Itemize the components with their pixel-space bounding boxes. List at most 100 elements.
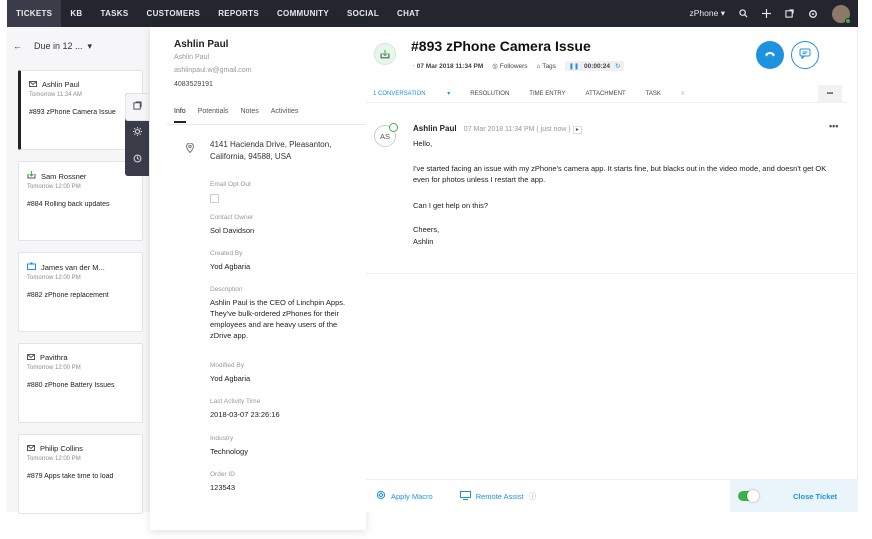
close-ticket-area: Close Ticket bbox=[730, 480, 858, 512]
pause-icon[interactable]: ❚❚ bbox=[569, 63, 579, 70]
followers-link[interactable]: ◎ Followers bbox=[492, 62, 527, 70]
department-name: zPhone bbox=[689, 8, 719, 18]
contact-phone[interactable]: 4083529191 bbox=[174, 81, 213, 88]
ticket-contact-name: Philip Collins bbox=[40, 444, 83, 453]
contact-name: Ashlin Paul bbox=[174, 39, 229, 50]
top-nav: TICKETS KB TASKS CUSTOMERS REPORTS COMMU… bbox=[7, 0, 858, 27]
tab-conversation[interactable]: 1 CONVERSATION ▾ bbox=[373, 90, 450, 97]
user-avatar[interactable] bbox=[832, 4, 851, 24]
expand-icon[interactable]: ▸ bbox=[572, 126, 582, 134]
ticket-due-time: Tomorrow 12:00 PM bbox=[27, 456, 81, 462]
message-menu-button[interactable]: ••• bbox=[829, 121, 838, 131]
followers-icon: ◎ bbox=[492, 63, 498, 70]
contact-email[interactable]: ashlinpaul.w@gmail.com bbox=[174, 67, 252, 74]
message-author[interactable]: Ashlin Paul bbox=[413, 124, 457, 133]
nav-tab-kb[interactable]: KB bbox=[61, 0, 91, 27]
message-question: Can I get help on this? bbox=[413, 201, 489, 210]
message-signature: Ashlin bbox=[413, 237, 434, 246]
nav-tab-chat[interactable]: CHAT bbox=[388, 0, 429, 27]
remote-assist-label: Remote Assist bbox=[475, 491, 524, 501]
chat-bubble-icon bbox=[799, 46, 811, 64]
apply-macro-label: Apply Macro bbox=[391, 491, 433, 501]
contact-address: 4141 Hacienda Drive, Pleasanton, Califor… bbox=[210, 140, 332, 161]
created-by-value: Yod Agbaria bbox=[210, 262, 251, 271]
tab-activities[interactable]: Activities bbox=[271, 108, 299, 123]
nav-tab-tickets[interactable]: TICKETS bbox=[7, 0, 62, 27]
message-time: 07 Mar 2018 11:34 PM ( just now ) bbox=[463, 126, 571, 133]
ticket-subject: #893 zPhone Camera Issue bbox=[29, 109, 116, 116]
contact-account-name: Ashlin Paul bbox=[174, 54, 210, 61]
message-header: Ashlin Paul 07 Mar 2018 11:34 PM ( just … bbox=[413, 124, 582, 134]
contact-owner-value: Sol Davidson bbox=[210, 226, 255, 235]
remote-assist-button[interactable]: Remote Assist ⓘ bbox=[459, 490, 537, 502]
message-body: I've started facing an issue with my zPh… bbox=[413, 164, 827, 184]
timer-value: 00:00:24 bbox=[583, 62, 611, 70]
ticket-subject: #882 zPhone replacement bbox=[27, 292, 109, 299]
ticket-due-time: Tomorrow 12:00 PM bbox=[27, 184, 81, 190]
tab-info[interactable]: Info bbox=[174, 108, 186, 123]
ticket-tabs: 1 CONVERSATION ▾ RESOLUTION TIME ENTRY A… bbox=[366, 85, 846, 103]
description-value: Ashlin Paul is the CEO of Linchpin Apps.… bbox=[210, 298, 346, 340]
tab-time-entry[interactable]: TIME ENTRY bbox=[529, 91, 565, 97]
chat-button[interactable] bbox=[791, 41, 819, 69]
email-opt-out-checkbox[interactable] bbox=[210, 194, 219, 203]
close-toggle[interactable] bbox=[738, 490, 759, 502]
tab-attachment[interactable]: ATTACHMENT bbox=[586, 91, 626, 97]
monitor-icon bbox=[459, 490, 471, 502]
side-tool-strip bbox=[125, 93, 149, 176]
field-label: Modified By bbox=[210, 362, 244, 369]
message-greeting: Hello, bbox=[413, 139, 433, 148]
nav-tab-reports[interactable]: REPORTS bbox=[209, 0, 268, 27]
industry-value: Technology bbox=[210, 447, 248, 456]
tags-link[interactable]: ⌂ Tags bbox=[537, 63, 556, 70]
info-icon[interactable]: ⓘ bbox=[529, 491, 537, 502]
ticket-subject: #880 zPhone Battery Issues bbox=[27, 382, 115, 389]
contact-panel: Ashlin Paul Ashlin Paul ashlinpaul.w@gma… bbox=[150, 27, 366, 530]
ticket-contact-name: Pavithra bbox=[40, 353, 68, 362]
ticket-card[interactable]: Philip Collins Tomorrow 12:00 PM #879 Ap… bbox=[18, 434, 143, 514]
clock-icon: ◔ bbox=[411, 62, 415, 70]
ticket-date-value: 07 Mar 2018 11:34 PM bbox=[416, 62, 484, 70]
ticket-timer[interactable]: ❚❚ 00:00:24 ↻ bbox=[564, 61, 625, 71]
close-ticket-button[interactable]: Close Ticket bbox=[793, 492, 837, 501]
divider bbox=[167, 124, 366, 125]
ticket-list-header: ← Due in 12 ... ▾ bbox=[7, 27, 150, 65]
tab-resolution[interactable]: RESOLUTION bbox=[470, 91, 509, 97]
conversation-thread: AS Ashlin Paul 07 Mar 2018 11:34 PM ( ju… bbox=[366, 107, 858, 274]
ticket-due-time: Tomorrow 11:34 AM bbox=[29, 92, 82, 98]
tags-label: Tags bbox=[542, 62, 556, 70]
call-button[interactable] bbox=[756, 41, 784, 69]
ticket-card[interactable]: Pavithra Tomorrow 12:00 PM #880 zPhone B… bbox=[18, 343, 143, 423]
ticket-detail: #893 zPhone Camera Issue ◔ 07 Mar 2018 1… bbox=[366, 27, 858, 512]
history-icon[interactable] bbox=[133, 150, 142, 168]
ticket-card[interactable]: James van der M... Tomorrow 12:00 PM #88… bbox=[18, 252, 143, 332]
tab-notes[interactable]: Notes bbox=[240, 108, 258, 123]
external-link-icon[interactable] bbox=[785, 9, 794, 18]
ticket-title: #893 zPhone Camera Issue bbox=[411, 38, 591, 54]
back-arrow-icon[interactable]: ← bbox=[13, 41, 22, 51]
search-icon[interactable] bbox=[739, 9, 748, 18]
tab-task[interactable]: TASK bbox=[646, 91, 661, 97]
list-icon[interactable]: ≡ bbox=[681, 91, 685, 97]
chevron-down-icon: ▾ bbox=[720, 8, 725, 18]
author-initials: AS bbox=[379, 131, 390, 141]
field-label: Last Activity Time bbox=[210, 398, 261, 405]
contact-card-icon[interactable] bbox=[132, 97, 142, 115]
gear-icon[interactable] bbox=[808, 9, 818, 19]
plus-icon[interactable] bbox=[762, 9, 771, 18]
field-label: Created By bbox=[210, 250, 243, 257]
ticket-contact-name: Sam Rossner bbox=[41, 171, 87, 181]
nav-tab-tasks[interactable]: TASKS bbox=[91, 0, 137, 27]
nav-tab-community[interactable]: COMMUNITY bbox=[268, 0, 338, 27]
ticket-subject: #879 Apps take time to load bbox=[27, 473, 114, 480]
tab-potentials[interactable]: Potentials bbox=[198, 108, 229, 123]
view-filter-dropdown[interactable]: Due in 12 ... ▾ bbox=[34, 41, 92, 52]
apply-macro-button[interactable]: Apply Macro bbox=[376, 490, 433, 502]
nav-tab-social[interactable]: SOCIAL bbox=[338, 0, 388, 27]
bulb-icon[interactable] bbox=[132, 123, 142, 141]
more-options-button[interactable]: ••• bbox=[818, 85, 842, 103]
web-channel-icon bbox=[27, 171, 36, 181]
refresh-icon[interactable]: ↻ bbox=[615, 62, 620, 70]
nav-tab-customers[interactable]: CUSTOMERS bbox=[138, 0, 210, 27]
department-selector[interactable]: zPhone ▾ bbox=[690, 8, 726, 19]
